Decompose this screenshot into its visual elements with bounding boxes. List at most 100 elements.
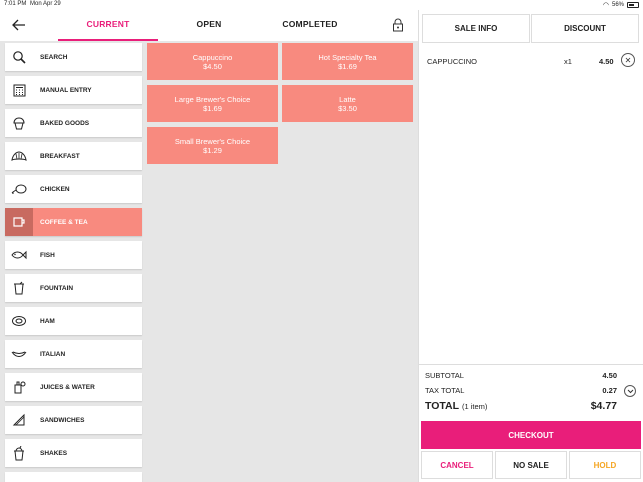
cancel-button[interactable]: CANCEL (421, 451, 493, 479)
product-name: Cappuccino (192, 52, 233, 62)
back-button[interactable] (9, 15, 29, 35)
product-price: $1.69 (338, 61, 357, 71)
tab-open-label: OPEN (196, 19, 222, 29)
tab-current[interactable]: CURRENT (58, 10, 158, 41)
soda-icon (5, 274, 33, 302)
category-fountain[interactable]: FOUNTAIN (5, 274, 142, 302)
product-name: Hot Specialty Tea (318, 52, 377, 62)
wifi-icon: ◠ (602, 2, 609, 9)
product-cappuccino[interactable]: Cappuccino $4.50 (147, 43, 278, 80)
no-sale-label: NO SALE (513, 460, 549, 470)
cupcake-icon (5, 109, 33, 137)
category-italian[interactable]: ITALIAN (5, 340, 142, 368)
search-icon (5, 43, 33, 71)
sale-info-button[interactable]: SALE INFO (422, 14, 530, 43)
status-bar: 7:01 PM Mon Apr 29 ◠ 56% (0, 0, 643, 10)
status-date: Mon Apr 29 (30, 1, 61, 7)
tax-value: 0.27 (602, 386, 617, 395)
discount-label: DISCOUNT (564, 24, 606, 33)
cart-item-name: CAPPUCCINO (427, 57, 478, 66)
battery-icon (627, 2, 639, 8)
category-label: ITALIAN (40, 350, 66, 358)
category-juices-water[interactable]: JUICES & WATER (5, 373, 142, 401)
sale-info-label: SALE INFO (454, 24, 498, 33)
subtotal-label: SUBTOTAL (425, 371, 464, 380)
order-panel: SALE INFO DISCOUNT CAPPUCCINO x1 4.50 ✕ … (418, 10, 643, 482)
subtotal-value: 4.50 (602, 371, 617, 380)
shake-icon (5, 439, 33, 467)
lock-icon (393, 18, 403, 32)
juice-icon (5, 373, 33, 401)
checkout-label: CHECKOUT (508, 430, 554, 440)
category-label: MANUAL ENTRY (40, 86, 92, 94)
tab-completed[interactable]: COMPLETED (260, 10, 360, 38)
hold-button[interactable]: HOLD (569, 451, 641, 479)
mug-icon (5, 208, 33, 236)
product-large-brewers-choice[interactable]: Large Brewer's Choice $1.69 (147, 85, 278, 122)
category-baked-goods[interactable]: BAKED GOODS (5, 109, 142, 137)
ham-icon (5, 307, 33, 335)
status-time: 7:01 PM (4, 1, 27, 7)
total-value: $4.77 (590, 400, 617, 412)
calculator-icon (5, 76, 33, 104)
category-label: BREAKFAST (40, 152, 80, 160)
remove-item-button[interactable]: ✕ (621, 53, 635, 67)
product-hot-specialty-tea[interactable]: Hot Specialty Tea $1.69 (282, 43, 413, 80)
category-label: SHAKES (40, 449, 68, 457)
cart-item-qty: x1 (564, 57, 572, 66)
category-sandwiches[interactable]: SANDWICHES (5, 406, 142, 434)
total-item-count: (1 item) (461, 402, 488, 411)
category-breakfast[interactable]: BREAKFAST (5, 142, 142, 170)
checkout-button[interactable]: CHECKOUT (421, 421, 641, 449)
category-list: SEARCH MANUAL ENTRY BAKED GOODS BREAKFAS… (0, 41, 146, 482)
product-latte[interactable]: Latte $3.50 (282, 85, 413, 122)
category-label: SANDWICHES (40, 416, 85, 424)
product-price: $1.29 (203, 145, 222, 155)
expand-totals-button[interactable] (624, 385, 636, 397)
product-price: $1.69 (203, 103, 222, 113)
hold-label: HOLD (593, 460, 617, 470)
category-search[interactable]: SEARCH (5, 43, 142, 71)
close-icon: ✕ (624, 55, 632, 65)
tab-completed-label: COMPLETED (282, 19, 338, 29)
category-ham[interactable]: HAM (5, 307, 142, 335)
chevron-down-icon (627, 389, 633, 393)
battery-percent: 56% (611, 2, 624, 8)
category-label: SEARCH (40, 53, 68, 61)
product-name: Latte (339, 94, 356, 104)
status-right: ◠ 56% (603, 1, 639, 9)
category-more[interactable] (5, 472, 142, 482)
cart-item-price: 4.50 (599, 57, 614, 66)
category-shakes[interactable]: SHAKES (5, 439, 142, 467)
category-label: CHICKEN (40, 185, 70, 193)
total-row: TOTAL (1 item) $4.77 (425, 400, 617, 412)
category-label: HAM (40, 317, 55, 325)
product-small-brewers-choice[interactable]: Small Brewer's Choice $1.29 (147, 127, 278, 164)
pasta-icon (5, 340, 33, 368)
category-label: FOUNTAIN (40, 284, 74, 292)
category-chicken[interactable]: CHICKEN (5, 175, 142, 203)
no-sale-button[interactable]: NO SALE (495, 451, 567, 479)
category-fish[interactable]: FISH (5, 241, 142, 269)
croissant-icon (5, 142, 33, 170)
lock-button[interactable] (389, 15, 407, 35)
product-price: $4.50 (203, 61, 222, 71)
category-coffee-tea[interactable]: COFFEE & TEA (5, 208, 142, 236)
cart-line-item[interactable]: CAPPUCCINO x1 4.50 (427, 57, 637, 73)
category-manual-entry[interactable]: MANUAL ENTRY (5, 76, 142, 104)
category-label: COFFEE & TEA (40, 218, 88, 226)
tab-current-label: CURRENT (86, 19, 130, 29)
work-area: SEARCH MANUAL ENTRY BAKED GOODS BREAKFAS… (0, 41, 418, 482)
fish-icon (5, 241, 33, 269)
category-label: FISH (40, 251, 55, 259)
category-label: JUICES & WATER (40, 383, 95, 391)
category-label: BAKED GOODS (40, 119, 90, 127)
sandwich-icon (5, 406, 33, 434)
discount-button[interactable]: DISCOUNT (531, 14, 639, 43)
total-label: TOTAL (425, 400, 460, 412)
drumstick-icon (5, 175, 33, 203)
totals-section (419, 364, 643, 365)
tax-row: TAX TOTAL 0.27 (425, 386, 617, 395)
tab-open[interactable]: OPEN (158, 10, 260, 38)
order-tabs-bar: CURRENT OPEN COMPLETED (0, 10, 418, 41)
